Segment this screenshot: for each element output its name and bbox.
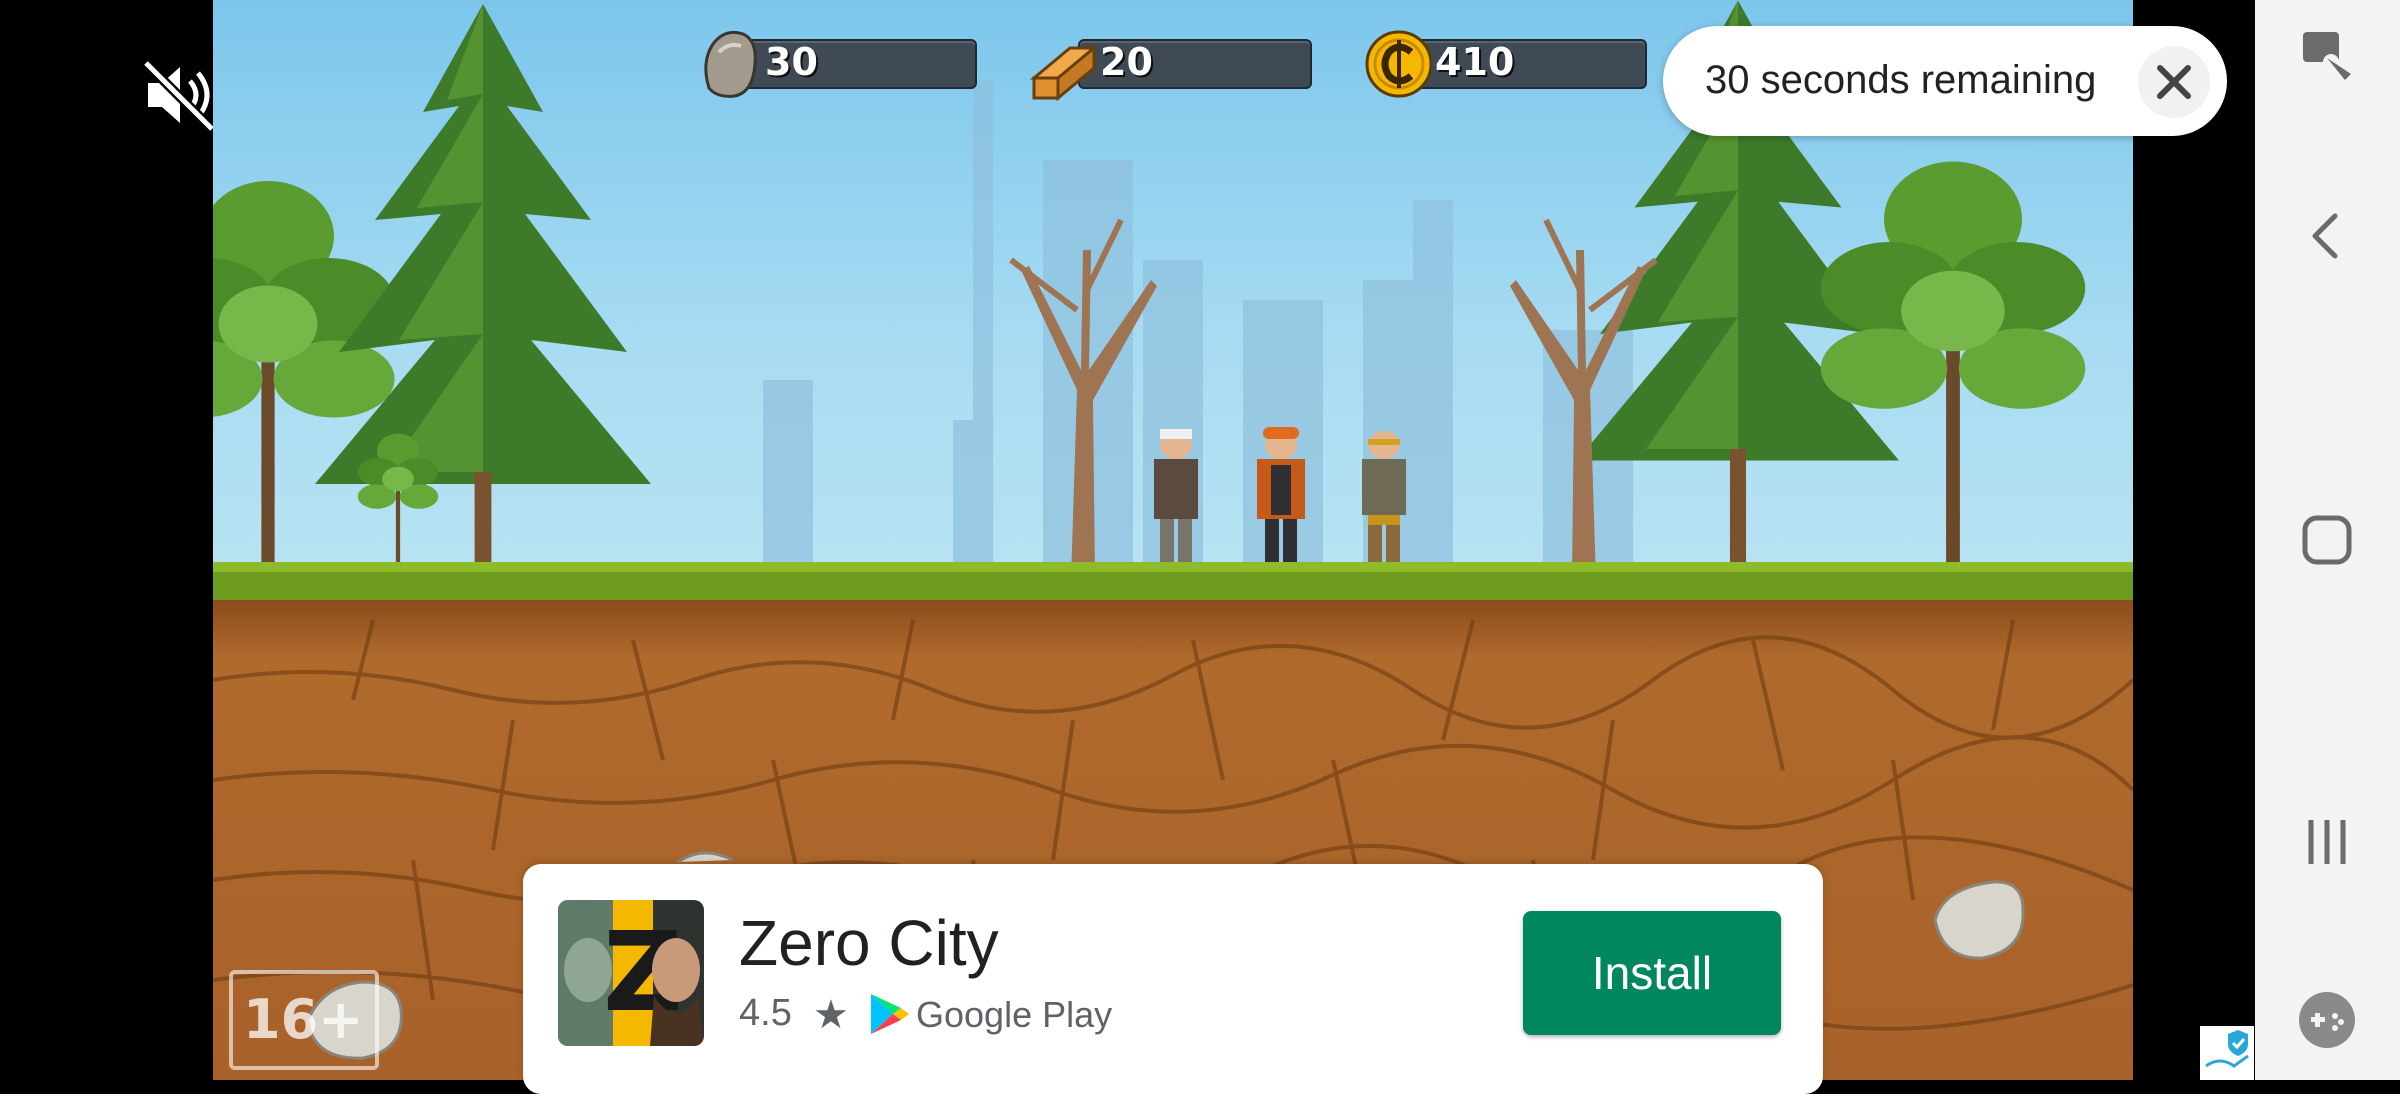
google-play-icon [871,994,909,1034]
stone-counter: 30 [703,30,977,98]
app-icon[interactable]: Z [558,900,704,1046]
close-icon [2157,65,2191,99]
age-rating-badge: 16+ [229,970,379,1070]
stone-value: 30 [765,40,818,84]
stone-icon [704,30,757,98]
mute-icon[interactable] [140,55,220,135]
countdown-text: 30 seconds remaining [1705,58,2097,102]
wood-counter: 20 [1030,34,1312,102]
right-letterbox [2133,0,2255,1080]
app-rating: 4.5 [739,992,792,1034]
close-ad-button[interactable] [2138,46,2210,118]
back-icon[interactable] [2291,200,2363,272]
home-icon[interactable] [2291,504,2363,576]
ad-banner[interactable]: Z Zero City 4.5 ★ Google Play Install [523,864,1823,1094]
coin-value: 410 [1435,40,1515,84]
star-icon: ★ [813,993,849,1037]
install-button[interactable]: Install [1523,911,1781,1035]
store-name: Google Play [916,994,1113,1035]
coin-counter: 410 [1365,30,1647,98]
left-letterbox [0,0,216,1080]
ad-choices-icon[interactable] [2200,1026,2254,1080]
age-rating-text: 16+ [243,988,364,1051]
coin-icon [1365,30,1433,98]
app-name[interactable]: Zero City [739,906,999,980]
wood-value: 20 [1100,40,1153,84]
ad-countdown: 30 seconds remaining [1663,26,2227,136]
game-tools-icon[interactable] [2291,984,2363,1056]
recents-icon[interactable] [2291,806,2363,878]
navigation-bar [2255,0,2400,1080]
wood-plank-icon [1030,44,1099,102]
screenshot-tool-icon[interactable] [2291,22,2363,94]
